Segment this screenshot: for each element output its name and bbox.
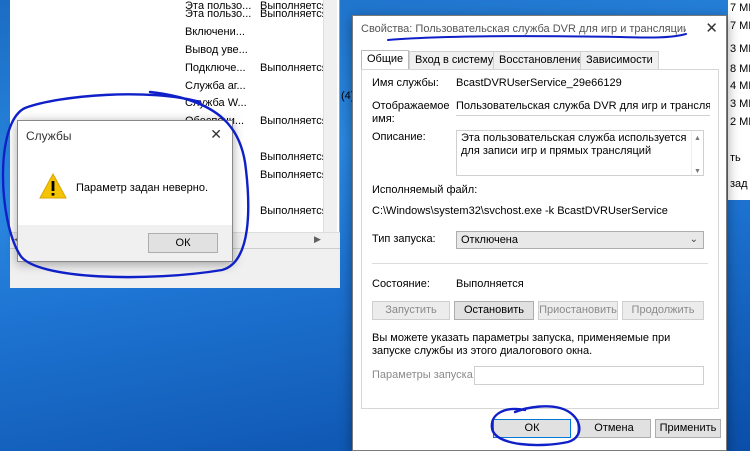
tab-general[interactable]: Общие [361,50,410,70]
tab-dependencies[interactable]: Зависимости [580,51,659,69]
state-value: Выполняется [456,278,524,290]
service-properties-dialog: Свойства: Пользовательская служба DVR дл… [352,15,727,451]
dialog-title: Свойства: Пользовательская служба DVR дл… [361,23,686,35]
error-dialog-footer: ОК [18,225,232,261]
exe-path: C:\Windows\system32\svchost.exe -k Bcast… [372,205,668,217]
vertical-scrollbar[interactable] [323,0,337,248]
list-item[interactable]: Включени... [185,26,335,44]
list-item[interactable]: Служба W... [185,97,335,115]
list-item[interactable]: Этa пользо... Выполняется [185,8,335,26]
display-name-label: Отображаемое имя: [372,100,450,125]
close-icon[interactable]: ✕ [705,19,718,37]
scroll-up-icon[interactable]: ▲ [694,132,701,145]
apply-button[interactable]: Применить [655,419,721,438]
divider [372,263,708,264]
status-bar [10,268,340,288]
list-item[interactable]: Служба аг... [185,80,335,98]
tab-logon[interactable]: Вход в систему [409,51,500,69]
startup-type-value: Отключена [461,234,518,246]
description-text: Эта пользовательская служба используется… [461,132,687,157]
description-scrollbar[interactable]: ▲ ▼ [691,131,703,175]
pause-button[interactable]: Приостановить [538,301,618,320]
list-item[interactable]: Подключе... Выполняется [185,62,335,80]
dropdown-caret-icon: ⌄ [689,234,698,245]
start-params-label: Параметры запуска: [372,369,476,381]
close-icon[interactable]: ✕ [210,126,222,143]
scroll-right-icon[interactable]: ▶ [314,234,321,245]
warning-icon [39,173,67,199]
description-field[interactable]: Эта пользовательская служба используется… [456,130,704,176]
start-params-hint: Вы можете указать параметры запуска, при… [372,332,671,357]
resume-button[interactable]: Продолжить [622,301,704,320]
display-name-field[interactable]: Пользовательская служба DVR для игр и тр… [456,100,710,116]
service-name-label: Имя службы: [372,77,439,89]
description-label: Описание: [372,131,426,143]
tab-recovery[interactable]: Восстановление [493,51,590,69]
error-dialog-title: Службы [26,129,72,143]
startup-type-label: Тип запуска: [372,233,436,245]
background-right-column: 7 МБ 7 МБ 3 МБ 8 МБ 4 МБ 3 МБ 2 МБ ть за… [728,0,750,200]
start-params-input[interactable] [474,366,704,385]
exe-label: Исполняемый файл: [372,184,478,196]
startup-type-select[interactable]: Отключена ⌄ [456,231,704,249]
ok-button[interactable]: ОК [493,419,571,438]
list-item[interactable]: Вывод уве... [185,44,335,62]
error-dialog: Службы ✕ Параметр задан неверно. ОК [17,120,233,262]
stop-button[interactable]: Остановить [454,301,534,320]
scroll-down-icon[interactable]: ▼ [694,165,701,178]
state-label: Состояние: [372,278,430,290]
ok-button[interactable]: ОК [148,233,218,253]
start-button[interactable]: Запустить [372,301,450,320]
error-message: Параметр задан неверно. [76,182,209,194]
cancel-button[interactable]: Отмена [577,419,651,438]
general-tab-panel: Имя службы: BcastDVRUserService_29e66129… [361,69,719,409]
service-name-value: BcastDVRUserService_29e66129 [456,77,622,89]
